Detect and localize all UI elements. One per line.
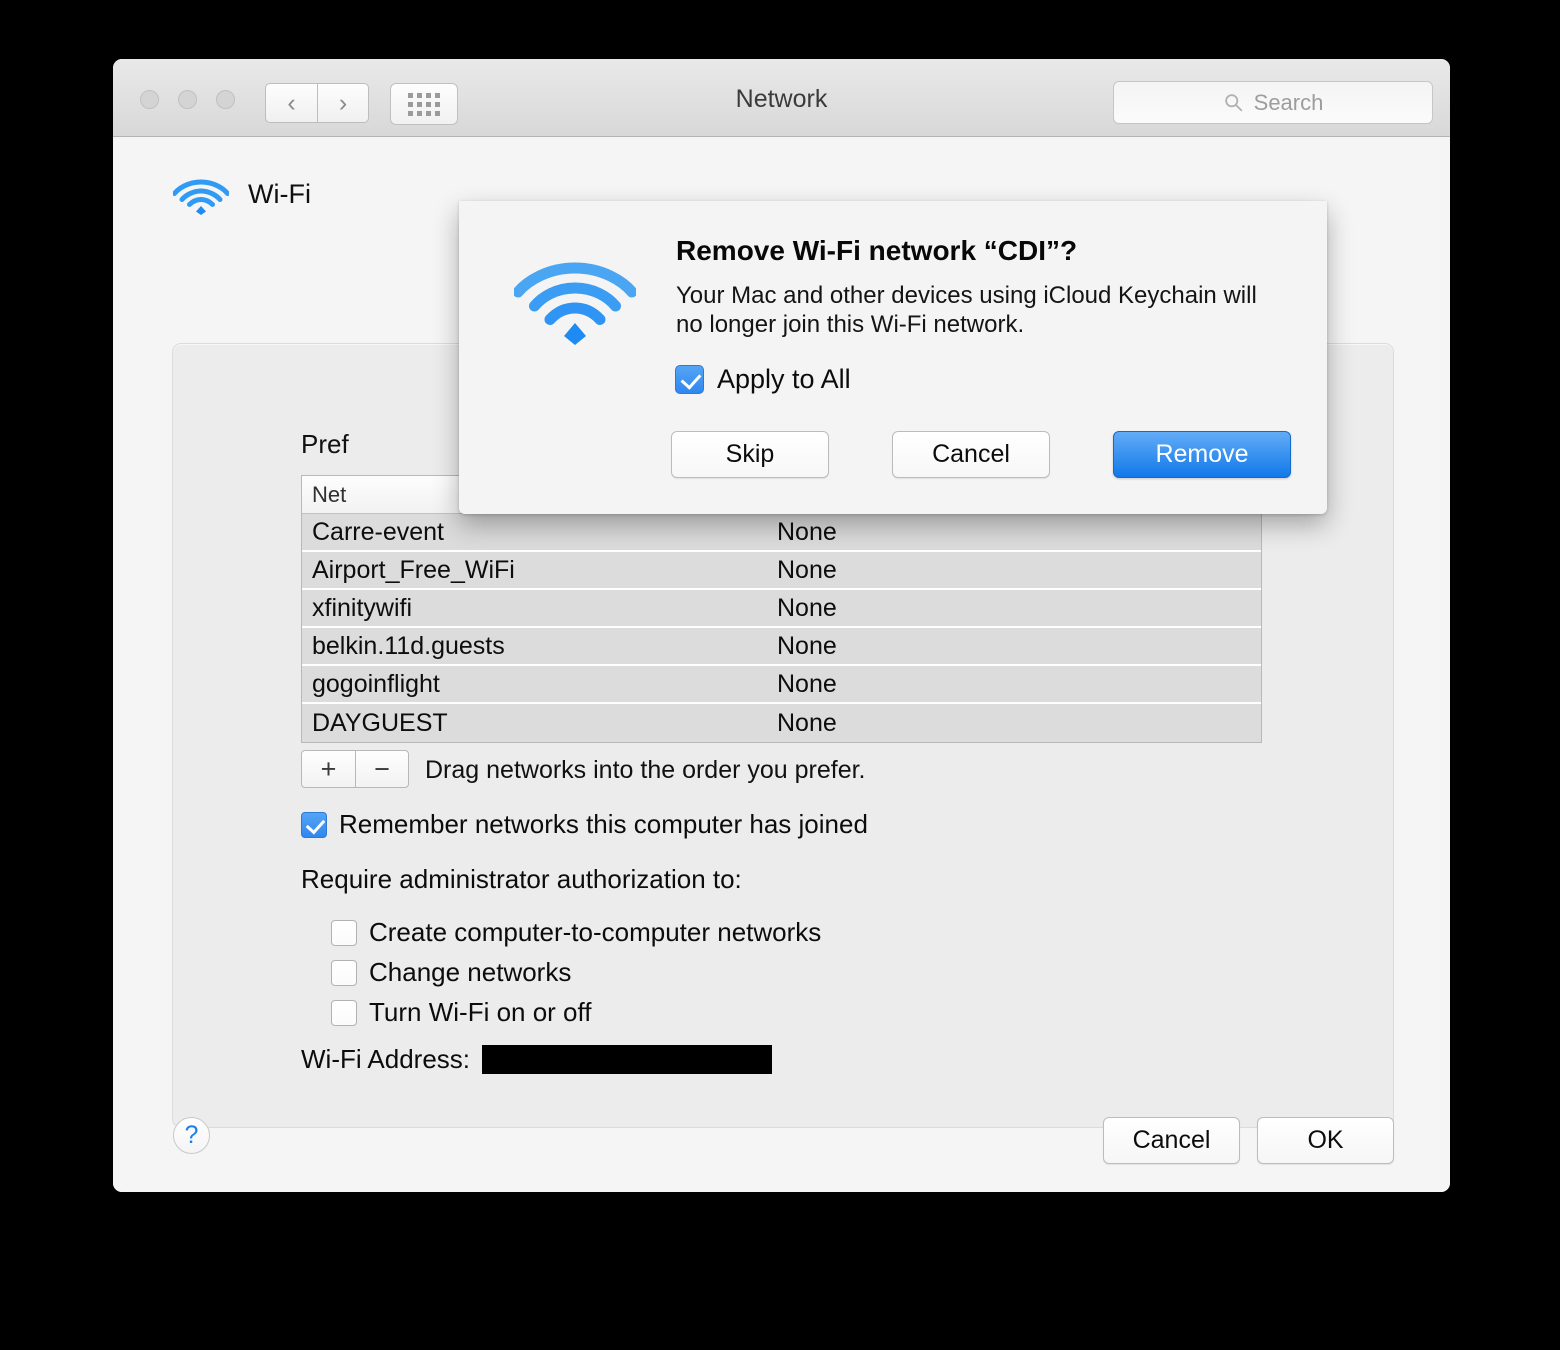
network-security-cell: None	[777, 669, 837, 698]
apply-to-all-row[interactable]: Apply to All	[675, 364, 851, 395]
add-network-button[interactable]: +	[301, 750, 355, 788]
search-field[interactable]: Search	[1113, 81, 1433, 124]
table-row[interactable]: gogoinflight None	[302, 666, 1261, 704]
help-button[interactable]: ?	[173, 1117, 210, 1154]
table-row[interactable]: xfinitywifi None	[302, 590, 1261, 628]
preferred-networks-label: Pref	[301, 429, 349, 459]
network-name-cell: Carre-event	[312, 517, 444, 546]
wifi-address-label: Wi-Fi Address:	[301, 1044, 471, 1074]
remove-network-button[interactable]: −	[355, 750, 409, 788]
change-networks-checkbox[interactable]	[331, 959, 357, 986]
question-mark-icon: ?	[184, 1121, 199, 1149]
table-row[interactable]: Airport_Free_WiFi None	[302, 552, 1261, 590]
remember-networks-row[interactable]: Remember networks this computer has join…	[301, 809, 868, 840]
network-name-cell: xfinitywifi	[312, 593, 413, 622]
minus-icon: −	[374, 753, 390, 784]
network-name-cell: belkin.11d.guests	[312, 631, 505, 660]
table-row[interactable]: belkin.11d.guests None	[302, 628, 1261, 666]
network-security-cell: None	[777, 555, 837, 584]
search-icon	[1224, 94, 1242, 112]
turn-wifi-on-off-checkbox[interactable]	[331, 999, 357, 1026]
dialog-remove-button[interactable]: Remove	[1113, 431, 1291, 478]
footer-buttons: Cancel OK	[1103, 1117, 1394, 1164]
network-security-cell: None	[777, 517, 837, 546]
network-preferences-window: ‹ › Network Search Wi-Fi Pref Net Carre-…	[113, 59, 1450, 1192]
admin-option-turn-wifi-row[interactable]: Turn Wi-Fi on or off	[331, 997, 592, 1028]
dialog-remove-button-label: Remove	[1155, 440, 1249, 468]
dialog-cancel-button-label: Cancel	[932, 440, 1010, 468]
preferred-networks-table: Net Carre-event None Airport_Free_WiFi None…	[301, 475, 1262, 743]
remove-network-dialog: Remove Wi-Fi network “CDI”? Your Mac and…	[459, 201, 1327, 514]
dialog-title: Remove Wi-Fi network “CDI”?	[676, 235, 1078, 266]
admin-option-change-networks-row[interactable]: Change networks	[331, 957, 571, 988]
service-name: Wi-Fi	[248, 178, 311, 209]
column-header-network-name[interactable]: Net	[302, 482, 346, 508]
skip-button-label: Skip	[725, 440, 775, 468]
drag-hint-text: Drag networks into the order you prefer.	[425, 756, 866, 784]
network-name-cell: Airport_Free_WiFi	[312, 555, 515, 584]
network-security-cell: None	[777, 708, 837, 737]
apply-to-all-label: Apply to All	[717, 364, 851, 394]
network-security-cell: None	[777, 593, 837, 622]
remember-networks-checkbox[interactable]	[301, 811, 327, 838]
search-placeholder: Search	[1253, 89, 1324, 115]
wifi-icon	[173, 179, 229, 215]
network-name-cell: DAYGUEST	[312, 708, 448, 737]
dialog-cancel-button[interactable]: Cancel	[892, 431, 1050, 478]
skip-button[interactable]: Skip	[671, 431, 829, 478]
dialog-message: Your Mac and other devices using iCloud …	[676, 282, 1257, 339]
cancel-button[interactable]: Cancel	[1103, 1117, 1240, 1164]
create-computer-to-computer-checkbox[interactable]	[331, 919, 357, 946]
wifi-address-row: Wi-Fi Address:	[301, 1044, 773, 1075]
ok-button[interactable]: OK	[1257, 1117, 1394, 1164]
table-row[interactable]: DAYGUEST None	[302, 704, 1261, 742]
change-networks-label: Change networks	[369, 957, 572, 987]
wifi-address-value-redacted	[482, 1045, 773, 1074]
network-name-cell: gogoinflight	[312, 669, 440, 698]
table-row[interactable]: Carre-event None	[302, 514, 1261, 552]
dialog-buttons: Skip Cancel Remove	[671, 431, 1291, 478]
cancel-button-label: Cancel	[1132, 1126, 1211, 1154]
screen: ‹ › Network Search Wi-Fi Pref Net Carre-…	[0, 0, 1560, 1350]
remember-networks-label: Remember networks this computer has join…	[339, 809, 868, 839]
turn-wifi-on-off-label: Turn Wi-Fi on or off	[369, 997, 592, 1027]
ok-button-label: OK	[1307, 1126, 1344, 1154]
service-header: Wi-Fi	[173, 172, 311, 216]
require-admin-label: Require administrator authorization to:	[301, 864, 742, 894]
wifi-icon	[514, 262, 636, 345]
network-security-cell: None	[777, 631, 837, 660]
create-computer-to-computer-label: Create computer-to-computer networks	[369, 917, 822, 947]
window-titlebar: ‹ › Network Search	[113, 59, 1450, 137]
admin-option-create-ctc-row[interactable]: Create computer-to-computer networks	[331, 917, 821, 948]
plus-icon: +	[320, 753, 337, 784]
apply-to-all-checkbox[interactable]	[675, 365, 704, 394]
add-remove-network-buttons: + −	[301, 750, 409, 788]
table-body: Carre-event None Airport_Free_WiFi None xfin…	[302, 514, 1261, 742]
